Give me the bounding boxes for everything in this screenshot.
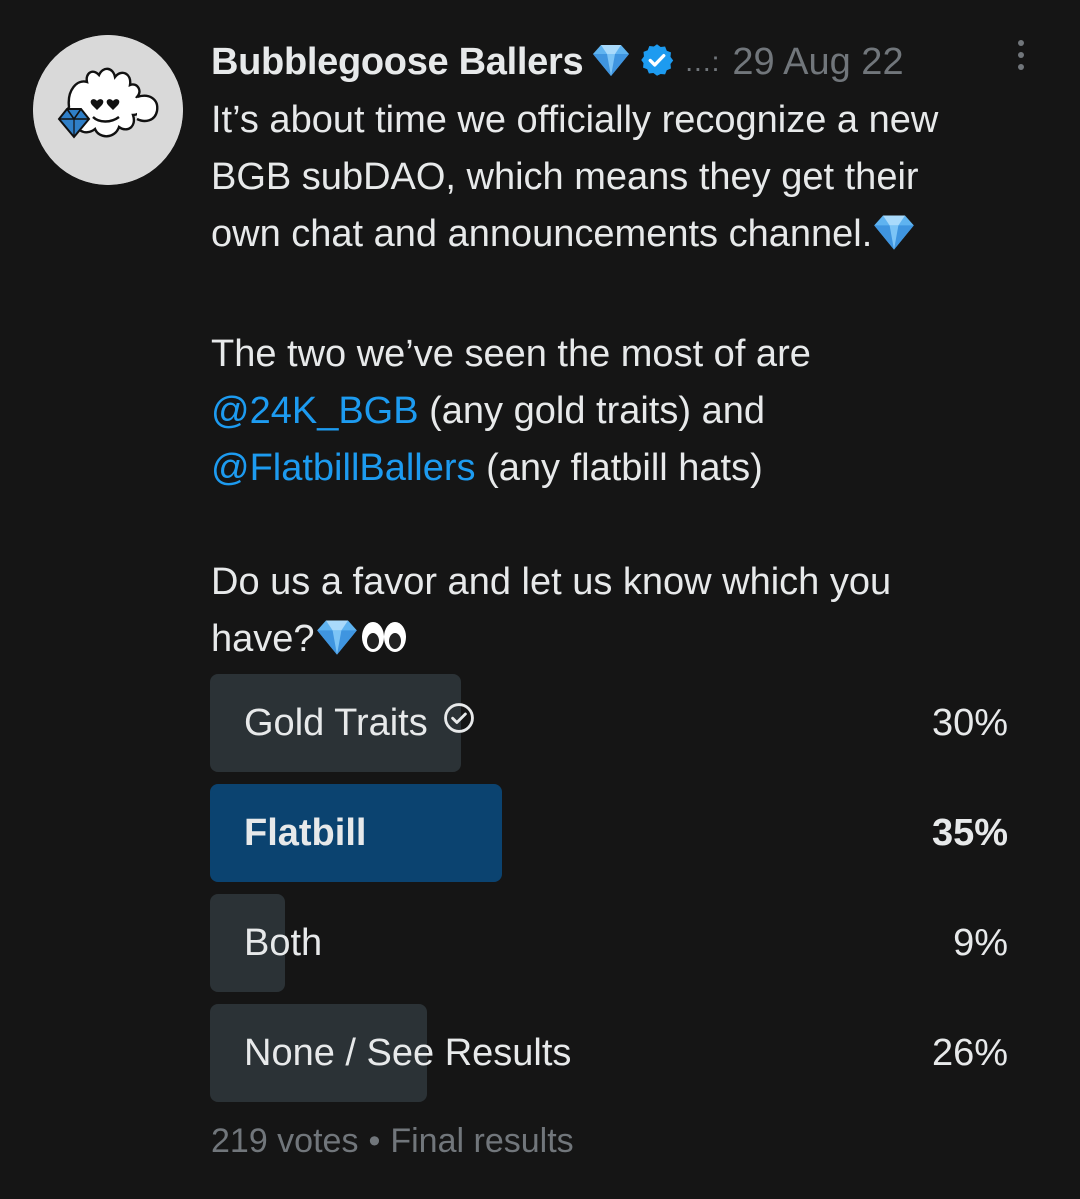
poll-option-gold-traits: Gold Traits 30% [210, 674, 1008, 772]
tweet-text: It’s about time we officially recognize … [211, 92, 1051, 674]
text-line: BGB subDAO, which means they get their [211, 156, 919, 198]
poll-option-percent: 30% [931, 701, 1008, 744]
check-circle-icon [442, 701, 476, 745]
text-line: own chat and announcements channel. [211, 206, 1051, 269]
verified-badge-icon[interactable] [639, 42, 675, 83]
poll-option-label: Flatbill [244, 811, 367, 854]
poll-option-label: None / See Results [244, 1031, 572, 1074]
text-line: @FlatbillBallers (any flatbill hats) [211, 447, 763, 489]
gem-icon [591, 42, 631, 83]
mention-link[interactable]: @FlatbillBallers [211, 447, 476, 489]
text-line: have? [211, 611, 1051, 674]
text-line: It’s about time we officially recognize … [211, 99, 939, 141]
poll-votes[interactable]: 219 votes [211, 1122, 358, 1160]
tweet-header: Bubblegoose Ballers ...: 29 Aug 22 [211, 36, 1051, 88]
separator-dot: • [368, 1122, 381, 1160]
tweet-date[interactable]: 29 Aug 22 [732, 41, 903, 84]
tweet-content: Bubblegoose Ballers ...: 29 Aug 22 It’s … [211, 36, 1051, 674]
text-line: The two we’ve seen the most of are [211, 333, 811, 375]
separator: ...: [685, 46, 721, 77]
eyes-icon [359, 617, 409, 674]
bubblegoose-logo-icon [33, 35, 183, 185]
poll-option-percent: 9% [953, 921, 1008, 964]
poll-option-none-see-results: None / See Results 26% [210, 1004, 1008, 1102]
poll-option-percent: 26% [931, 1031, 1008, 1074]
poll-option-percent: 35% [931, 811, 1008, 854]
poll-option-both: Both 9% [210, 894, 1008, 992]
mention-link[interactable]: @24K_BGB [211, 390, 419, 432]
gem-icon [315, 617, 359, 674]
avatar[interactable] [33, 35, 183, 185]
poll-option-flatbill: Flatbill 35% [210, 784, 1008, 882]
text-line: Do us a favor and let us know which you [211, 561, 892, 603]
gem-icon [872, 212, 916, 269]
display-name[interactable]: Bubblegoose Ballers [211, 41, 584, 84]
poll-status: Final results [390, 1122, 574, 1160]
poll-option-label: Both [244, 921, 323, 964]
poll-option-label: Gold Traits [244, 701, 428, 744]
poll: Gold Traits 30% Flatbill 35% Both 9% Non… [210, 674, 1008, 1114]
text-line: @24K_BGB (any gold traits) and [211, 390, 765, 432]
poll-footer: 219 votes • Final results [211, 1122, 574, 1161]
more-vertical-icon[interactable] [1015, 40, 1027, 80]
